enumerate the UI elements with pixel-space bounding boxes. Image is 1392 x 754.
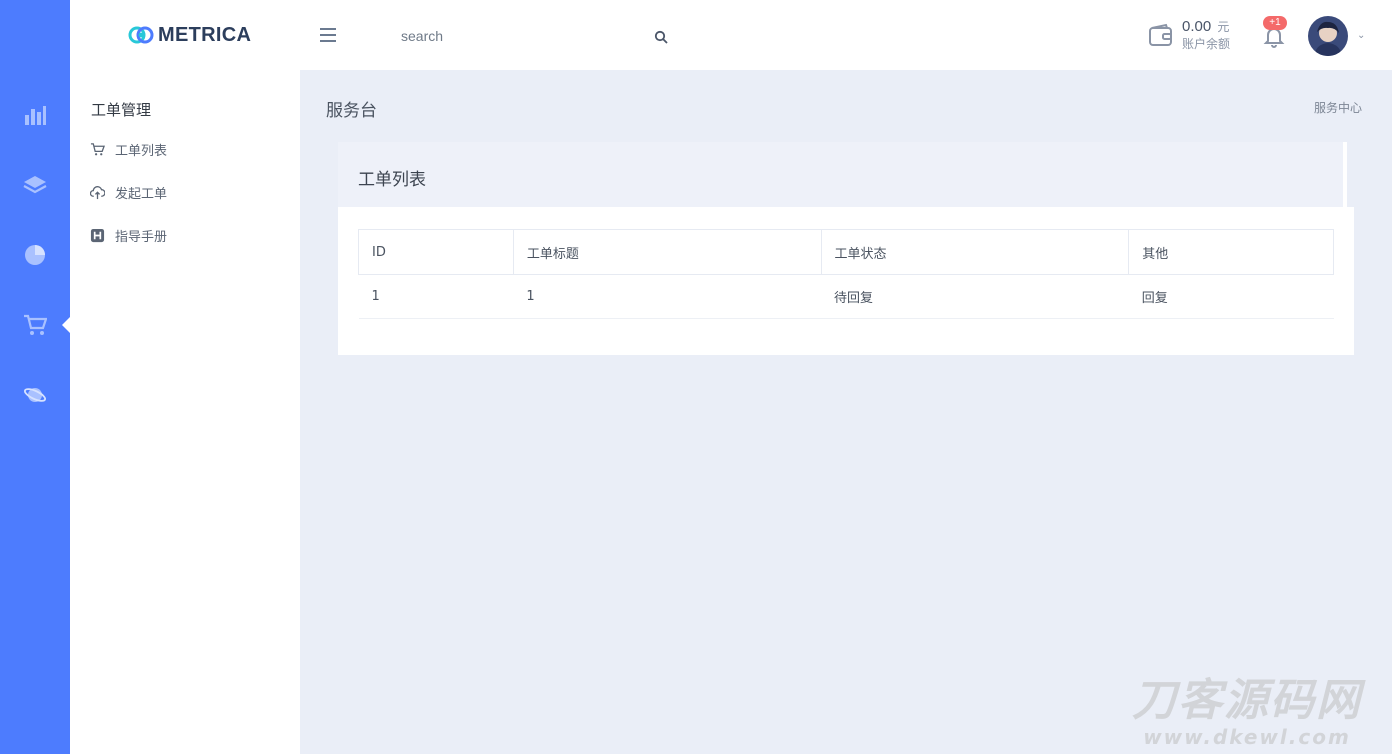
pie-chart-icon <box>25 245 45 265</box>
icon-rail <box>0 0 71 754</box>
rail-item-explore[interactable] <box>0 375 70 415</box>
subnav-item-label: 工单列表 <box>115 144 168 159</box>
bar-chart-icon <box>25 106 46 125</box>
planet-icon <box>23 388 47 402</box>
subnav-title: 工单管理 <box>91 101 152 119</box>
column-header-status: 工单状态 <box>821 229 1130 275</box>
subnav-item-ticket-list[interactable]: 工单列表 <box>90 140 167 159</box>
rail-item-analytics[interactable] <box>0 95 70 135</box>
brand-logo[interactable]: METRICA <box>128 22 251 48</box>
subnav-item-label: 发起工单 <box>115 187 168 202</box>
table-header-row: ID 工单标题 工单状态 其他 <box>358 229 1334 275</box>
subnav-item-guide[interactable]: 指导手册 <box>90 226 167 245</box>
reply-link[interactable]: 回复 <box>1142 291 1168 306</box>
search-icon <box>654 30 668 44</box>
table-row: 1 1 待回复 回复 <box>358 274 1334 319</box>
card-title: 工单列表 <box>358 170 426 190</box>
column-header-id: ID <box>358 229 514 275</box>
notification-badge: +1 <box>1263 16 1287 30</box>
watermark-url: www.dkewl.com <box>1143 725 1351 749</box>
page-title: 服务台 <box>326 101 377 121</box>
brand-name: METRICA <box>158 23 252 46</box>
ticket-table-card: ID 工单标题 工单状态 其他 1 1 待回复 回复 <box>338 207 1354 355</box>
chevron-down-icon[interactable]: ⌄ <box>1357 30 1365 41</box>
account-balance[interactable]: 0.00 元 账户余额 <box>1148 18 1230 53</box>
balance-unit: 元 <box>1217 20 1230 34</box>
avatar-image <box>1308 16 1348 56</box>
breadcrumb[interactable]: 服务中心 <box>1314 99 1362 116</box>
watermark: 刀客源码网 www.dkewl.com <box>1112 675 1382 749</box>
top-header: METRICA 0.00 元 账户余额 +1 <box>70 0 1392 70</box>
wallet-icon <box>1149 23 1172 46</box>
search-button[interactable] <box>650 26 672 48</box>
card-header: 工单列表 <box>338 142 1347 207</box>
secondary-sidebar: 工单管理 工单列表 发起工单 指导手册 <box>70 70 300 754</box>
h-square-icon <box>90 228 105 243</box>
column-header-other: 其他 <box>1128 229 1334 275</box>
balance-amount: 0.00 <box>1182 18 1212 35</box>
cell-status: 待回复 <box>821 274 1129 319</box>
column-header-title: 工单标题 <box>513 229 822 275</box>
watermark-main: 刀客源码网 <box>1132 675 1362 726</box>
menu-toggle-button[interactable] <box>320 24 340 46</box>
cart-icon <box>90 143 105 156</box>
subnav-item-new-ticket[interactable]: 发起工单 <box>90 183 167 202</box>
user-avatar[interactable] <box>1308 16 1348 56</box>
cell-title: 1 <box>513 274 822 319</box>
shopping-cart-icon <box>24 314 47 335</box>
balance-label: 账户余额 <box>1182 37 1231 51</box>
search-input[interactable] <box>390 22 680 50</box>
hamburger-icon <box>320 28 336 30</box>
rail-item-layers[interactable] <box>0 165 70 205</box>
subnav-item-label: 指导手册 <box>115 230 168 245</box>
layers-icon <box>23 176 47 194</box>
cloud-upload-icon <box>90 186 105 200</box>
rail-item-orders[interactable] <box>0 305 70 345</box>
rail-item-reports[interactable] <box>0 235 70 275</box>
ticket-table: ID 工单标题 工单状态 其他 1 1 待回复 回复 <box>358 229 1334 319</box>
cell-id: 1 <box>358 274 514 319</box>
metrica-logo-icon <box>128 26 154 44</box>
